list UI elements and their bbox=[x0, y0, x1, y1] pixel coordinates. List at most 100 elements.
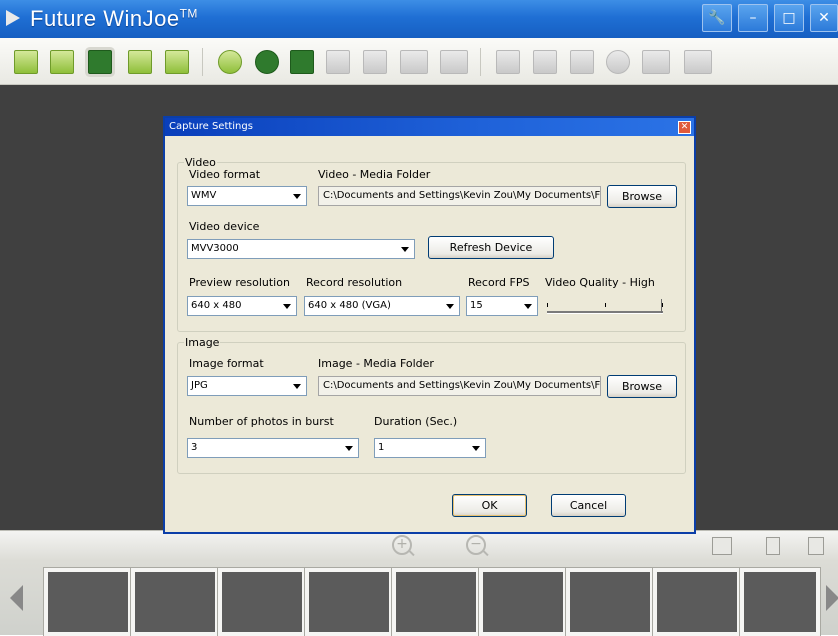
save-icon[interactable] bbox=[165, 50, 189, 74]
video-browse-button[interactable]: Browse bbox=[607, 185, 677, 208]
trash-icon[interactable] bbox=[766, 537, 780, 555]
record-resolution-label: Record resolution bbox=[306, 276, 403, 289]
zoom-in-icon[interactable]: + bbox=[392, 535, 412, 555]
close-button[interactable]: ✕ bbox=[810, 4, 838, 32]
ok-button[interactable]: OK bbox=[452, 494, 527, 517]
new-file-icon[interactable] bbox=[14, 50, 38, 74]
thumbnail-slot[interactable] bbox=[653, 568, 741, 636]
thumbnail-slot[interactable] bbox=[479, 568, 567, 636]
image-folder-label: Image - Media Folder bbox=[318, 357, 434, 370]
toolbar-separator bbox=[202, 48, 203, 76]
zoom-in-glyph: + bbox=[396, 536, 408, 552]
zoom-out-glyph: − bbox=[470, 536, 482, 552]
dropdown-arrow-icon[interactable] bbox=[442, 298, 458, 314]
record-resolution-value: 640 x 480 (VGA) bbox=[308, 300, 391, 311]
dropdown-arrow-icon[interactable] bbox=[520, 298, 536, 314]
adjust-sliders-icon[interactable] bbox=[290, 50, 314, 74]
open-folder-icon[interactable] bbox=[128, 50, 152, 74]
image-browse-label: Browse bbox=[621, 380, 663, 393]
maximize-button[interactable]: □ bbox=[774, 4, 804, 32]
film-icon[interactable] bbox=[400, 50, 428, 74]
preview-resolution-value: 640 x 480 bbox=[191, 300, 242, 311]
thumbnail-slot[interactable] bbox=[305, 568, 393, 636]
ok-label: OK bbox=[481, 499, 498, 512]
delete-all-icon[interactable] bbox=[808, 537, 824, 555]
scroll-right-arrow-icon[interactable] bbox=[826, 585, 838, 611]
duration-select[interactable]: 1 bbox=[374, 438, 486, 458]
image-browse-button[interactable]: Browse bbox=[607, 375, 677, 398]
toolbar-separator bbox=[480, 48, 481, 76]
thumbnail-slot[interactable] bbox=[218, 568, 306, 636]
capture-disk-icon[interactable] bbox=[88, 50, 112, 74]
slideshow-icon[interactable] bbox=[712, 537, 732, 555]
title-bar: Future WinJoeTM 🔧 – □ ✕ bbox=[0, 0, 838, 38]
dialog-close-button[interactable]: ✕ bbox=[678, 121, 691, 134]
filmstrip bbox=[0, 560, 838, 636]
camera-icon[interactable] bbox=[326, 50, 350, 74]
import-icon[interactable] bbox=[50, 50, 74, 74]
rotate-icon[interactable] bbox=[496, 50, 520, 74]
video-browse-label: Browse bbox=[621, 190, 663, 203]
dropdown-arrow-icon[interactable] bbox=[289, 378, 305, 394]
wrench-icon: 🔧 bbox=[708, 10, 726, 26]
slider-tick bbox=[605, 303, 606, 307]
dropdown-arrow-icon[interactable] bbox=[397, 241, 413, 257]
close-icon: ✕ bbox=[818, 10, 830, 26]
image-format-label: Image format bbox=[189, 357, 264, 370]
video-folder-label: Video - Media Folder bbox=[318, 168, 431, 181]
dialog-title-bar: Capture Settings ✕ bbox=[165, 118, 694, 136]
crop-icon[interactable] bbox=[570, 50, 594, 74]
record-fps-select[interactable]: 15 bbox=[466, 296, 538, 316]
thumbnail-slot[interactable] bbox=[131, 568, 219, 636]
video-device-select[interactable]: MVV3000 bbox=[187, 239, 415, 259]
photo-burst-icon[interactable] bbox=[363, 50, 387, 74]
thumbnail-slot[interactable] bbox=[44, 568, 132, 636]
video-folder-path[interactable]: C:\Documents and Settings\Kevin Zou\My D… bbox=[318, 186, 601, 206]
refresh-device-button[interactable]: Refresh Device bbox=[428, 236, 554, 259]
preview-resolution-select[interactable]: 640 x 480 bbox=[187, 296, 297, 316]
image-folder-path[interactable]: C:\Documents and Settings\Kevin Zou\My D… bbox=[318, 376, 601, 396]
settings-wrench-button[interactable]: 🔧 bbox=[702, 4, 732, 32]
record-resolution-select[interactable]: 640 x 480 (VGA) bbox=[304, 296, 460, 316]
burst-count-value: 3 bbox=[191, 442, 198, 453]
resize-icon[interactable] bbox=[533, 50, 557, 74]
minimize-button[interactable]: – bbox=[738, 4, 768, 32]
minimize-icon: – bbox=[749, 10, 757, 26]
burst-count-select[interactable]: 3 bbox=[187, 438, 359, 458]
refresh-device-label: Refresh Device bbox=[449, 241, 533, 254]
print-icon[interactable] bbox=[684, 50, 712, 74]
thumbnail-slot[interactable] bbox=[566, 568, 654, 636]
scroll-left-arrow-icon[interactable] bbox=[10, 585, 23, 611]
dropdown-arrow-icon[interactable] bbox=[468, 440, 484, 456]
webcam-icon[interactable] bbox=[218, 50, 242, 74]
main-toolbar bbox=[0, 38, 838, 85]
video-quality-slider[interactable] bbox=[547, 295, 667, 317]
slider-thumb[interactable] bbox=[661, 299, 665, 313]
image-format-value: JPG bbox=[191, 380, 208, 391]
image-group-label: Image bbox=[185, 336, 220, 349]
dropdown-arrow-icon[interactable] bbox=[279, 298, 295, 314]
image-format-select[interactable]: JPG bbox=[187, 376, 307, 396]
app-title: Future WinJoeTM bbox=[30, 6, 198, 32]
cancel-button[interactable]: Cancel bbox=[551, 494, 626, 517]
monitor-icon[interactable] bbox=[440, 50, 468, 74]
thumbnail-slot[interactable] bbox=[740, 568, 820, 636]
video-device-label: Video device bbox=[189, 220, 260, 233]
brightness-icon[interactable] bbox=[606, 50, 630, 74]
dropdown-arrow-icon[interactable] bbox=[289, 188, 305, 204]
zoom-out-icon[interactable]: − bbox=[466, 535, 486, 555]
record-fps-label: Record FPS bbox=[468, 276, 530, 289]
video-format-value: WMV bbox=[191, 190, 217, 201]
gear-icon[interactable] bbox=[255, 50, 279, 74]
duration-value: 1 bbox=[378, 442, 385, 453]
burst-count-label: Number of photos in burst bbox=[189, 415, 334, 428]
dialog-close-icon: ✕ bbox=[680, 122, 689, 132]
dropdown-arrow-icon[interactable] bbox=[341, 440, 357, 456]
app-title-text: Future WinJoe bbox=[30, 6, 180, 31]
duration-label: Duration (Sec.) bbox=[374, 415, 458, 428]
record-fps-value: 15 bbox=[470, 300, 483, 311]
email-icon[interactable] bbox=[642, 50, 670, 74]
thumbnail-slot[interactable] bbox=[392, 568, 480, 636]
video-format-select[interactable]: WMV bbox=[187, 186, 307, 206]
maximize-icon: □ bbox=[782, 10, 796, 26]
